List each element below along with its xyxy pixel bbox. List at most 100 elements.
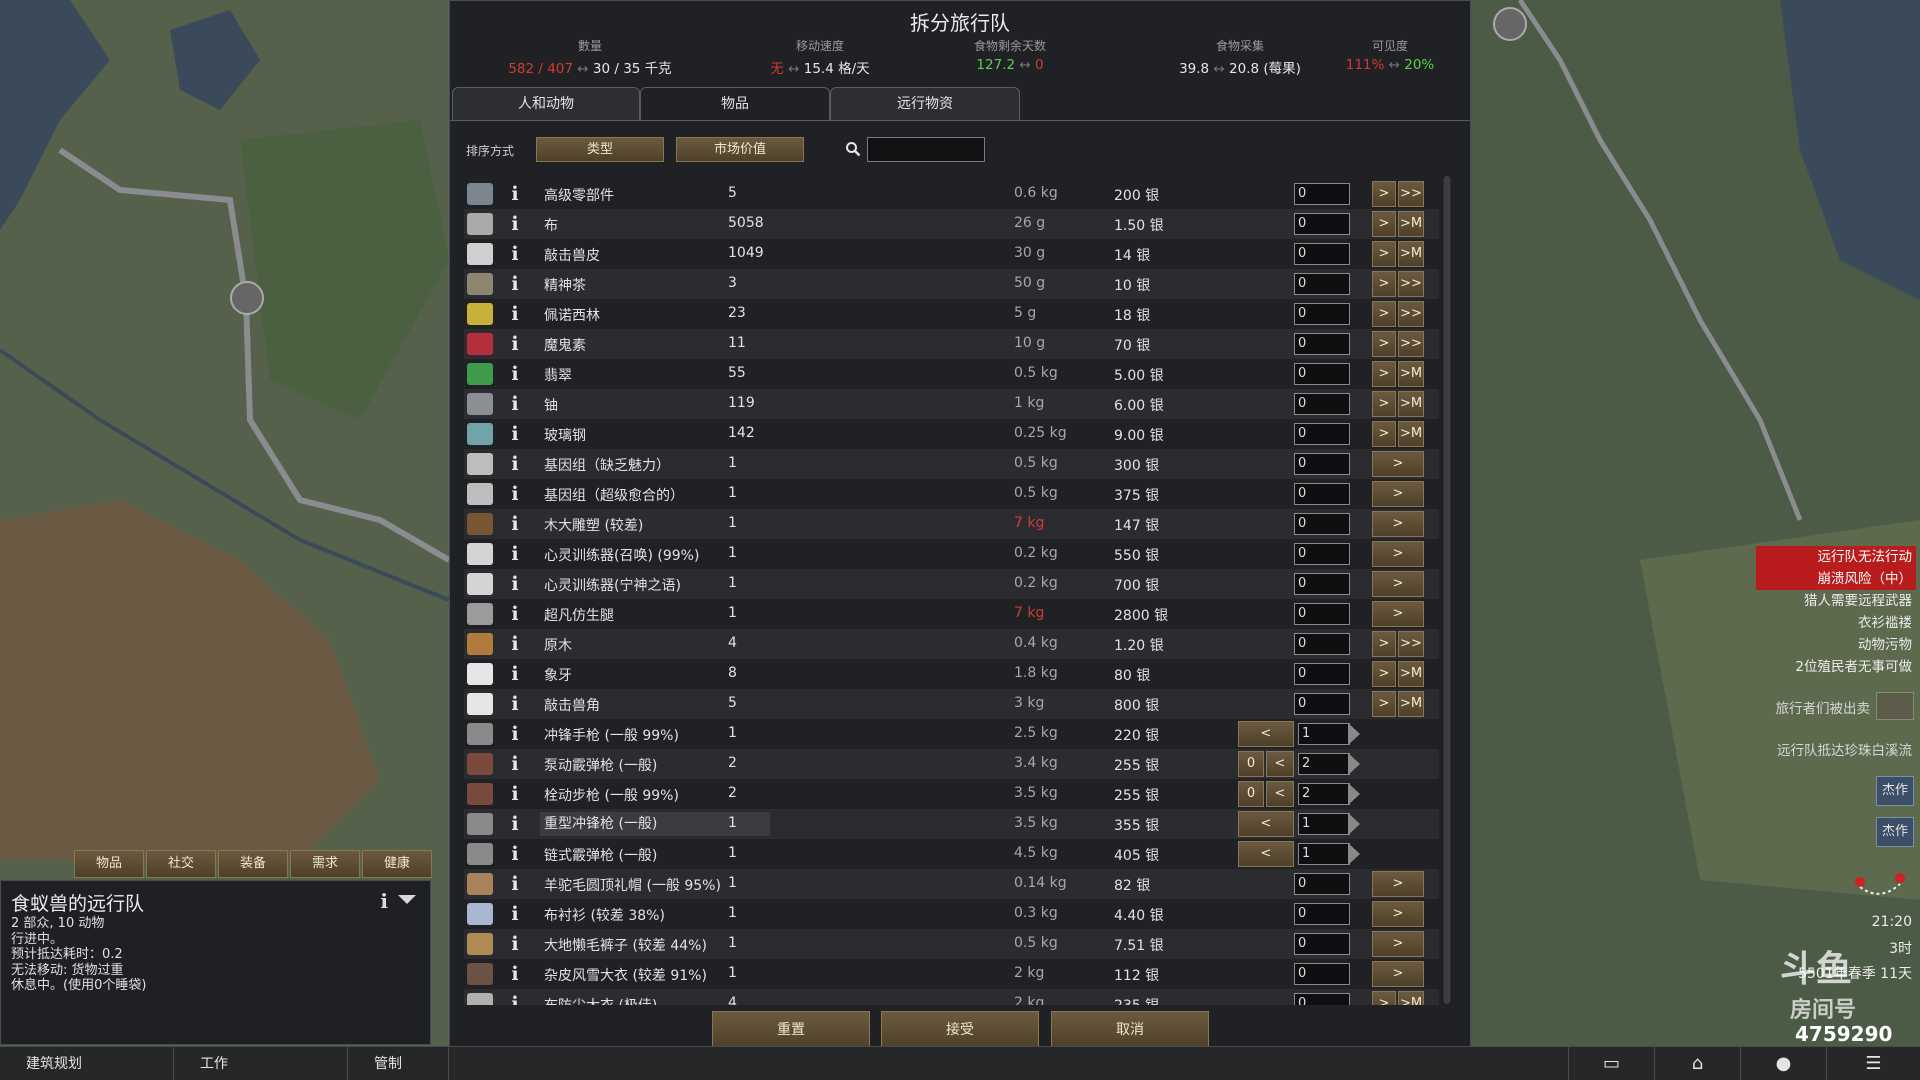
table-row[interactable]: i 布衬衫 (较差 38%) 1 0.3 kg 4.40 银 0 > bbox=[464, 899, 1439, 929]
table-row[interactable]: i 敲击兽皮 1049 30 g 14 银 0 > >M bbox=[464, 239, 1439, 269]
quantity-field[interactable]: 0 bbox=[1294, 663, 1350, 685]
alert-caravan-immobile[interactable]: 远行队无法行动 bbox=[1756, 546, 1916, 568]
alert-idle-colonists[interactable]: 2位殖民者无事可做 bbox=[1756, 656, 1916, 678]
transfer-back-button[interactable]: < bbox=[1238, 721, 1294, 747]
transfer-max-button[interactable]: >M bbox=[1398, 691, 1424, 717]
transfer-one-button[interactable]: > bbox=[1372, 541, 1424, 567]
quantity-field[interactable]: 1 bbox=[1298, 843, 1350, 865]
table-row[interactable]: i 冲锋手枪 (一般 99%) 1 2.5 kg 220 银 1 < bbox=[464, 719, 1439, 749]
transfer-max-button[interactable]: >M bbox=[1398, 391, 1424, 417]
quantity-field[interactable]: 0 bbox=[1294, 423, 1350, 445]
letter-caravan-arrived[interactable]: 远行队抵达珍珠白溪流 bbox=[1777, 739, 1912, 759]
quantity-field[interactable]: 0 bbox=[1294, 543, 1350, 565]
item-list[interactable]: i 高级零部件 5 0.6 kg 200 银 0 > >> i 布 5058 26 g 1.50 银 0 >… bbox=[464, 179, 1439, 1005]
tab-travel-supplies[interactable]: 远行物资 bbox=[830, 87, 1020, 121]
architect-button[interactable]: 建筑规划 bbox=[0, 1047, 174, 1080]
search-input[interactable] bbox=[867, 137, 985, 162]
transfer-one-button[interactable]: > bbox=[1372, 181, 1396, 207]
info-icon[interactable]: i bbox=[509, 543, 521, 565]
transfer-one-button[interactable]: > bbox=[1372, 481, 1424, 507]
table-row[interactable]: i 玻璃钢 142 0.25 kg 9.00 银 0 > >M bbox=[464, 419, 1439, 449]
alert-hunter-weapon[interactable]: 猎人需要远程武器 bbox=[1756, 590, 1916, 612]
quantity-field[interactable]: 0 bbox=[1294, 483, 1350, 505]
inspect-tab-items[interactable]: 物品 bbox=[74, 850, 144, 878]
restrict-button[interactable]: 管制 bbox=[348, 1047, 449, 1080]
info-icon[interactable]: i bbox=[509, 423, 521, 445]
info-icon[interactable]: i bbox=[509, 813, 521, 835]
transfer-back-button[interactable]: < bbox=[1266, 781, 1294, 807]
sort-by-type-button[interactable]: 类型 bbox=[536, 137, 664, 162]
quantity-field[interactable]: 0 bbox=[1294, 183, 1350, 205]
transfer-one-button[interactable]: > bbox=[1372, 571, 1424, 597]
table-row[interactable]: i 高级零部件 5 0.6 kg 200 银 0 > >> bbox=[464, 179, 1439, 209]
info-icon[interactable]: i bbox=[509, 333, 521, 355]
transfer-one-button[interactable]: > bbox=[1372, 331, 1396, 357]
table-row[interactable]: i 链式霰弹枪 (一般) 1 4.5 kg 405 银 1 < bbox=[464, 839, 1439, 869]
transfer-one-button[interactable]: > bbox=[1372, 361, 1396, 387]
info-icon[interactable]: i bbox=[380, 889, 388, 913]
quantity-field[interactable]: 0 bbox=[1294, 633, 1350, 655]
transfer-one-button[interactable]: > bbox=[1372, 631, 1396, 657]
table-row[interactable]: i 心灵训练器(召唤) (99%) 1 0.2 kg 550 银 0 > bbox=[464, 539, 1439, 569]
quantity-field[interactable]: 1 bbox=[1298, 813, 1350, 835]
quantity-field[interactable]: 0 bbox=[1294, 243, 1350, 265]
info-icon[interactable]: i bbox=[509, 993, 521, 1005]
reset-button[interactable]: 重置 bbox=[712, 1011, 870, 1049]
info-icon[interactable]: i bbox=[509, 783, 521, 805]
transfer-one-button[interactable]: > bbox=[1372, 961, 1424, 987]
transfer-back-button[interactable]: < bbox=[1238, 811, 1294, 837]
transfer-max-button[interactable]: >M bbox=[1398, 421, 1424, 447]
table-row[interactable]: i 心灵训练器(宁神之语) 1 0.2 kg 700 银 0 > bbox=[464, 569, 1439, 599]
table-row[interactable]: i 泵动霰弹枪 (一般) 2 3.4 kg 255 银 2 0 < bbox=[464, 749, 1439, 779]
table-row[interactable]: i 基因组（缺乏魅力） 1 0.5 kg 300 银 0 > bbox=[464, 449, 1439, 479]
menu-icon[interactable]: ☰ bbox=[1826, 1047, 1920, 1080]
transfer-max-button[interactable]: >> bbox=[1398, 181, 1424, 207]
table-row[interactable]: i 敲击兽角 5 3 kg 800 银 0 > >M bbox=[464, 689, 1439, 719]
table-row[interactable]: i 重型冲锋枪 (一般) 1 3.5 kg 355 银 1 < bbox=[464, 809, 1439, 839]
table-row[interactable]: i 栓动步枪 (一般 99%) 2 3.5 kg 255 银 2 0 < bbox=[464, 779, 1439, 809]
inspect-tab-needs[interactable]: 需求 bbox=[290, 850, 360, 878]
cancel-button[interactable]: 取消 bbox=[1051, 1011, 1209, 1049]
masterwork-letter-2[interactable]: 杰作 bbox=[1876, 817, 1914, 847]
info-icon[interactable]: i bbox=[509, 663, 521, 685]
transfer-one-button[interactable]: > bbox=[1372, 211, 1396, 237]
quantity-field[interactable]: 0 bbox=[1294, 993, 1350, 1005]
quantity-field[interactable]: 0 bbox=[1294, 453, 1350, 475]
transfer-one-button[interactable]: > bbox=[1372, 511, 1424, 537]
transfer-one-button[interactable]: > bbox=[1372, 691, 1396, 717]
letter-travelers-betrayed[interactable]: 旅行者们被出卖 bbox=[1776, 697, 1871, 717]
quantity-field[interactable]: 0 bbox=[1294, 963, 1350, 985]
letter-icon[interactable] bbox=[1876, 692, 1914, 720]
transfer-back-all-button[interactable]: 0 bbox=[1238, 751, 1264, 777]
info-icon[interactable]: i bbox=[509, 753, 521, 775]
transfer-one-button[interactable]: > bbox=[1372, 871, 1424, 897]
transfer-one-button[interactable]: > bbox=[1372, 991, 1396, 1005]
info-icon[interactable]: i bbox=[509, 303, 521, 325]
transfer-max-button[interactable]: >> bbox=[1398, 331, 1424, 357]
table-row[interactable]: i 铀 119 1 kg 6.00 银 0 > >M bbox=[464, 389, 1439, 419]
transfer-one-button[interactable]: > bbox=[1372, 301, 1396, 327]
table-row[interactable]: i 基因组（超级愈合的） 1 0.5 kg 375 银 0 > bbox=[464, 479, 1439, 509]
info-icon[interactable]: i bbox=[509, 873, 521, 895]
quantity-field[interactable]: 0 bbox=[1294, 603, 1350, 625]
transfer-max-button[interactable]: >M bbox=[1398, 661, 1424, 687]
info-icon[interactable]: i bbox=[509, 633, 521, 655]
info-icon[interactable]: i bbox=[509, 453, 521, 475]
info-icon[interactable]: i bbox=[509, 963, 521, 985]
quantity-field[interactable]: 0 bbox=[1294, 933, 1350, 955]
masterwork-letter-1[interactable]: 杰作 bbox=[1876, 776, 1914, 806]
table-row[interactable]: i 布 5058 26 g 1.50 银 0 > >M bbox=[464, 209, 1439, 239]
table-row[interactable]: i 木大雕塑 (较差) 1 7 kg 147 银 0 > bbox=[464, 509, 1439, 539]
quantity-field[interactable]: 0 bbox=[1294, 213, 1350, 235]
factions-icon[interactable]: ⌂ bbox=[1654, 1047, 1740, 1080]
quantity-field[interactable]: 0 bbox=[1294, 273, 1350, 295]
table-row[interactable]: i 大地懒毛裤子 (较差 44%) 1 0.5 kg 7.51 银 0 > bbox=[464, 929, 1439, 959]
quantity-field[interactable]: 0 bbox=[1294, 693, 1350, 715]
tab-pawns[interactable]: 人和动物 bbox=[452, 87, 640, 121]
tab-items[interactable]: 物品 bbox=[640, 87, 830, 121]
alert-break-risk[interactable]: 崩溃风险（中） bbox=[1756, 568, 1916, 590]
transfer-one-button[interactable]: > bbox=[1372, 931, 1424, 957]
table-row[interactable]: i 魔鬼素 11 10 g 70 银 0 > >> bbox=[464, 329, 1439, 359]
info-icon[interactable]: i bbox=[509, 183, 521, 205]
quantity-field[interactable]: 0 bbox=[1294, 573, 1350, 595]
